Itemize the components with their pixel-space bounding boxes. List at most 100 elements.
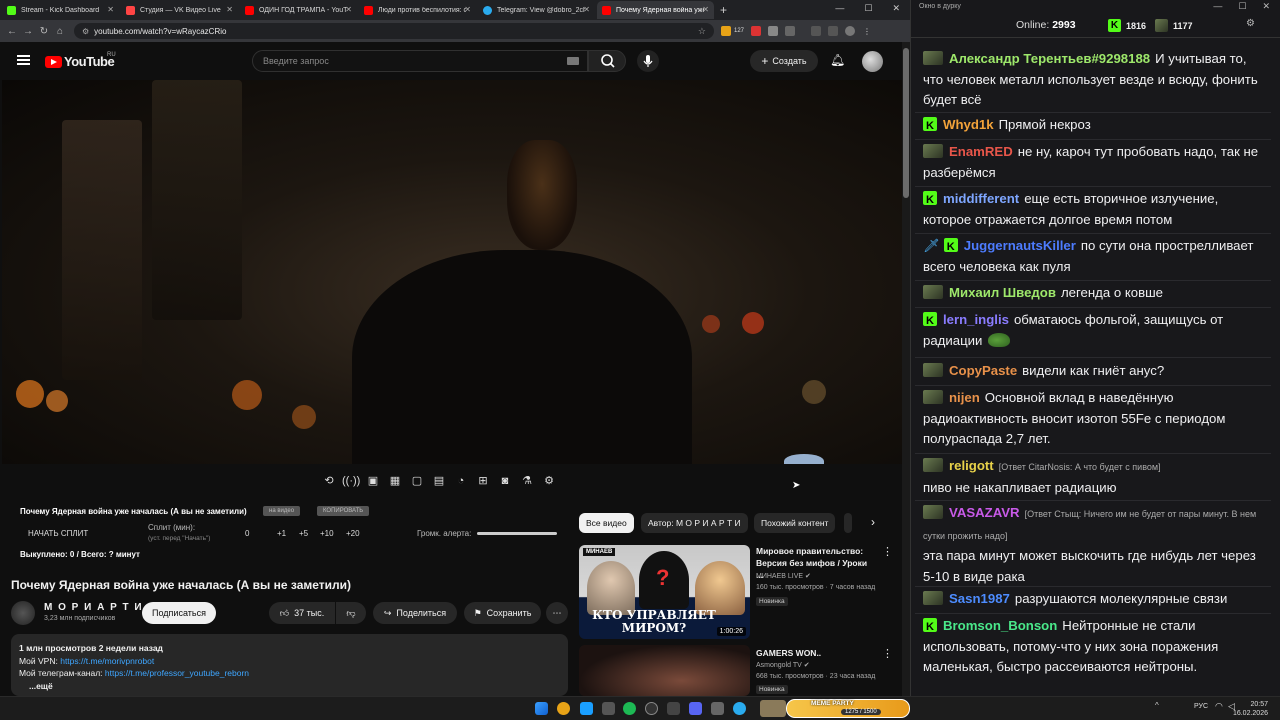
notifications-bell-icon[interactable]: 🔔︎ xyxy=(830,53,845,67)
chat-username[interactable]: VASAZAVR xyxy=(949,505,1020,520)
save-button[interactable]: ⚑ Сохранить xyxy=(464,602,541,624)
youtube-logo[interactable]: YouTube RU xyxy=(45,52,116,69)
settings-icon[interactable]: ⚙ xyxy=(1246,18,1255,29)
settings-icon[interactable]: ⚙ xyxy=(540,474,558,488)
related-channel[interactable]: Asmongold TV ✔ xyxy=(756,661,810,669)
video-player[interactable] xyxy=(2,80,902,464)
profile-icon[interactable] xyxy=(845,26,856,36)
subscribe-button[interactable]: Подписаться xyxy=(142,602,216,624)
extension-icon[interactable] xyxy=(751,26,762,36)
filter-author[interactable]: Автор: М О Р И А Р Т И xyxy=(641,513,748,533)
search-button[interactable] xyxy=(588,50,626,72)
split-plus-20-button[interactable]: +20 xyxy=(346,529,360,538)
bookmark-star-icon[interactable]: ☆ xyxy=(698,26,706,37)
extension-icon[interactable] xyxy=(721,26,731,36)
user-avatar[interactable] xyxy=(862,51,883,72)
minimize-icon[interactable]: — xyxy=(1213,1,1222,12)
close-icon[interactable]: ✕ xyxy=(345,5,352,14)
tab-youtube-trump[interactable]: ОДИН ГОД ТРАМПА - YouTub...✕ xyxy=(240,1,357,19)
search-input[interactable]: Введите запрос xyxy=(252,50,588,72)
chat-username[interactable]: Александр Терентьев#9298188 xyxy=(949,51,1150,66)
loop-icon[interactable]: ⟲ xyxy=(320,474,338,488)
app-thumbnail-icon[interactable] xyxy=(760,700,786,717)
channel-name[interactable]: М О Р И А Р Т И ✔ xyxy=(44,602,156,613)
split-plus-1-button[interactable]: +1 xyxy=(277,529,286,538)
flask-icon[interactable]: ⚗ xyxy=(518,474,536,488)
calendar-icon[interactable]: ▦ xyxy=(386,474,404,488)
close-icon[interactable]: ✕ xyxy=(702,5,709,14)
home-icon[interactable]: ⌂ xyxy=(52,26,68,37)
maximize-icon[interactable]: ☐ xyxy=(1238,1,1246,12)
voice-search-button[interactable] xyxy=(637,50,659,72)
app-icon[interactable] xyxy=(602,702,615,715)
start-split-button[interactable]: НАЧАТЬ СПЛИТ xyxy=(28,529,88,538)
chat-username[interactable]: nijen xyxy=(949,390,980,405)
more-actions-button[interactable]: ⋯ xyxy=(546,602,568,624)
app-icon[interactable] xyxy=(711,702,724,715)
tray-chevron-icon[interactable]: ^ xyxy=(1155,701,1159,710)
create-button[interactable]: + Создать xyxy=(750,50,818,72)
camera-icon[interactable]: ◙ xyxy=(496,474,514,488)
system-clock[interactable]: 20:57 16.02.2026 xyxy=(1233,700,1268,718)
minimize-icon[interactable]: — xyxy=(835,3,844,14)
dislike-button[interactable]: 👎︎ xyxy=(336,602,366,624)
back-icon[interactable]: ← xyxy=(4,26,20,37)
spotify-icon[interactable] xyxy=(623,702,636,715)
language-indicator[interactable]: РУС xyxy=(1194,703,1208,710)
wifi-icon[interactable]: ◠ xyxy=(1215,701,1223,712)
sidebar-icon[interactable] xyxy=(828,26,839,36)
vpn-link[interactable]: https://t.me/morivpnrobot xyxy=(60,656,154,666)
chat-username[interactable]: Михаил Шведов xyxy=(949,285,1056,300)
related-thumbnail-1[interactable]: МИНАЕВ ? КТО УПРАВЛЯЕТ МИРОМ? 1:00:26 xyxy=(579,545,750,639)
description-box[interactable]: 1 млн просмотров 2 недели назад Мой VPN:… xyxy=(11,634,568,696)
related-title[interactable]: GAMERS WON.. xyxy=(756,647,876,659)
chat-username[interactable]: Whyd1k xyxy=(943,117,994,132)
chat-username[interactable]: middifferent xyxy=(943,191,1019,206)
maximize-icon[interactable]: ☐ xyxy=(864,3,872,14)
like-button[interactable]: 👍︎ 37 тыс. xyxy=(269,602,335,624)
windows-start-icon[interactable] xyxy=(535,702,548,715)
tab-telegram[interactable]: Telegram: View @dobro_2ch ✕ xyxy=(478,1,595,19)
discord-icon[interactable] xyxy=(689,702,702,715)
alert-volume-slider[interactable] xyxy=(477,532,557,535)
close-icon[interactable]: ✕ xyxy=(464,5,471,14)
menu-dots-icon[interactable]: ⋮ xyxy=(863,27,871,36)
picture-icon[interactable]: ▢ xyxy=(408,474,426,488)
split-plus-10-button[interactable]: +10 xyxy=(320,529,334,538)
split-plus-5-button[interactable]: +5 xyxy=(299,529,308,538)
chat-username[interactable]: EnamRED xyxy=(949,144,1013,159)
screen-record-icon[interactable]: ▣ xyxy=(364,474,382,488)
more-vertical-icon[interactable]: ⋮ xyxy=(882,545,893,558)
reload-icon[interactable]: ↻ xyxy=(36,26,52,37)
share-button[interactable]: ↪ Поделиться xyxy=(373,602,457,624)
forward-icon[interactable]: → xyxy=(20,26,36,37)
filter-related[interactable]: Похожий контент xyxy=(754,513,836,533)
copy-chip[interactable]: КОПИРОВАТЬ xyxy=(317,506,370,516)
tab-youtube-active[interactable]: Почему Ядерная война уже н...✕ xyxy=(597,1,714,19)
site-info-icon[interactable]: ⚙ xyxy=(82,27,89,36)
chat-username[interactable]: lern_inglis xyxy=(943,312,1009,327)
chat-username[interactable]: religott xyxy=(949,458,994,473)
scrollbar-thumb[interactable] xyxy=(903,48,909,198)
chat-username[interactable]: JuggernautsKiller xyxy=(964,238,1076,253)
broadcast-icon[interactable]: ((·)) xyxy=(342,474,360,488)
chat-username[interactable]: Sasn1987 xyxy=(949,591,1010,606)
puzzle-icon[interactable] xyxy=(785,26,796,36)
split-value-0[interactable]: 0 xyxy=(245,529,249,538)
extension-icon[interactable] xyxy=(768,26,779,36)
telegram-link[interactable]: https://t.me/professor_youtube_reborn xyxy=(105,668,249,678)
filter-all-videos[interactable]: Все видео xyxy=(579,513,634,533)
download-icon[interactable] xyxy=(811,26,822,36)
on-video-chip[interactable]: на видео xyxy=(263,506,301,516)
new-tab-icon[interactable]: + xyxy=(720,3,727,17)
keyboard-icon[interactable] xyxy=(567,57,579,65)
speed-icon[interactable]: ◔ xyxy=(452,474,470,488)
related-channel[interactable]: МИНАЕВ LIVE ✔ xyxy=(756,572,811,580)
close-icon[interactable]: ✕ xyxy=(583,5,590,14)
close-icon[interactable]: ✕ xyxy=(107,5,114,14)
tab-youtube-drones[interactable]: Люди против беспилотия: сем...✕ xyxy=(359,1,476,19)
related-thumbnail-2[interactable] xyxy=(579,645,750,696)
tab-kick-dashboard[interactable]: Stream - Kick Dashboard ✕ xyxy=(2,1,119,19)
obs-icon[interactable] xyxy=(645,702,658,715)
add-icon[interactable]: ⊞ xyxy=(474,474,492,488)
